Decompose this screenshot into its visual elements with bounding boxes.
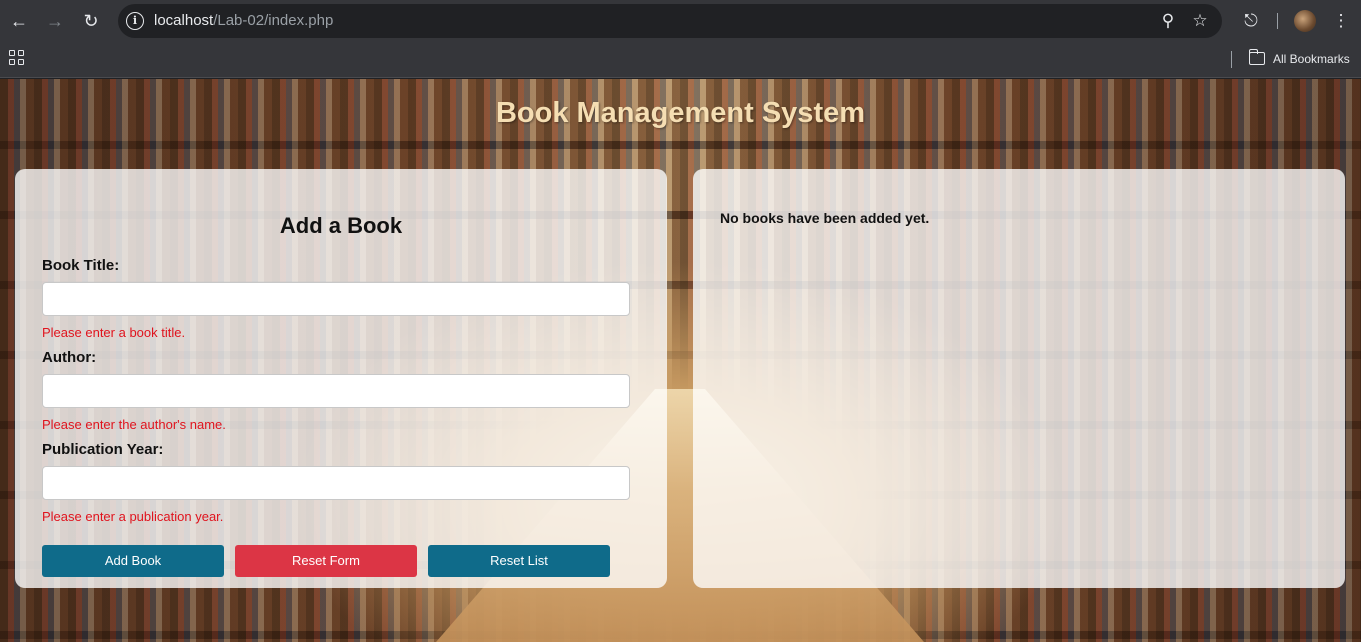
add-book-button[interactable]: Add Book (42, 545, 224, 577)
browser-toolbar: ← → ↻ i localhost/Lab-02/index.php ⚲ ☆ ⎋… (0, 0, 1361, 42)
page-title: Book Management System (495, 97, 866, 129)
extensions-icon[interactable]: ⎋ (1240, 10, 1262, 32)
menu-kebab-icon[interactable]: ⋮ (1330, 10, 1352, 32)
book-title-error: Please enter a book title. (42, 325, 186, 340)
zoom-icon[interactable]: ⚲ (1158, 11, 1178, 31)
publication-year-error: Please enter a publication year. (42, 509, 224, 524)
book-title-input[interactable] (42, 282, 630, 316)
bookmark-star-icon[interactable]: ☆ (1190, 11, 1210, 31)
folder-icon[interactable] (1248, 49, 1265, 65)
author-label: Author: (42, 349, 97, 366)
bookmarks-divider (1231, 51, 1232, 68)
bookmarks-bar: All Bookmarks (0, 42, 1361, 78)
add-book-panel: Add a Book Book Title: Please enter a bo… (15, 169, 667, 588)
form-heading: Add a Book (279, 213, 403, 238)
back-arrow-icon[interactable]: ← (7, 9, 31, 33)
author-error: Please enter the author's name. (42, 417, 226, 432)
reset-form-button[interactable]: Reset Form (235, 545, 417, 577)
reload-icon[interactable]: ↻ (79, 9, 103, 33)
page-background: Book Management System Add a Book Book T… (0, 79, 1361, 642)
publication-year-input[interactable] (42, 466, 630, 500)
toolbar-divider (1277, 13, 1278, 29)
url-path: /Lab-02/index.php (213, 12, 334, 29)
reset-list-button[interactable]: Reset List (428, 545, 610, 577)
site-info-icon[interactable]: i (126, 12, 144, 30)
empty-list-message: No books have been added yet. (720, 210, 930, 226)
author-input[interactable] (42, 374, 630, 408)
profile-avatar[interactable] (1294, 10, 1316, 32)
apps-grid-icon[interactable] (9, 50, 25, 66)
address-bar[interactable]: i localhost/Lab-02/index.php ⚲ ☆ (118, 4, 1222, 38)
book-title-label: Book Title: (42, 257, 120, 274)
url-host: localhost (154, 12, 214, 29)
book-list-panel: No books have been added yet. (693, 169, 1345, 588)
forward-arrow-icon[interactable]: → (43, 9, 67, 33)
url-text[interactable]: localhost/Lab-02/index.php (154, 12, 333, 29)
all-bookmarks-link[interactable]: All Bookmarks (1273, 52, 1350, 66)
publication-year-label: Publication Year: (42, 441, 164, 458)
